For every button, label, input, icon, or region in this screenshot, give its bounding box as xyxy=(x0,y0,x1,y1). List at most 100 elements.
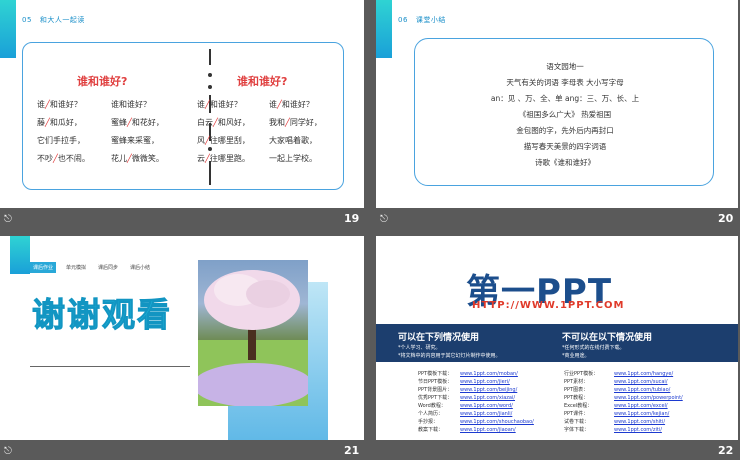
pause-slash: ╱ xyxy=(45,100,50,109)
link[interactable]: www.1ppt.com/kejian/ xyxy=(614,411,669,417)
slide-19[interactable]: 05 和大人一起读 谁和谁好? 谁和谁好? 谁╱和谁好？ 藤╱和瓜好， 它们手拉手… xyxy=(0,0,364,208)
link-row: PPT模板下载： www.1ppt.com/moban/ xyxy=(418,371,518,377)
left-poem-title: 谁和谁好? xyxy=(77,75,128,88)
link[interactable]: www.1ppt.com/jiaoan/ xyxy=(460,427,516,433)
poem-line: 风╱往哪里刮， xyxy=(197,136,250,145)
section-number: 05 xyxy=(22,16,32,24)
divider-dot xyxy=(208,85,212,89)
link-row: 手抄报： www.1ppt.com/shouchaobao/ xyxy=(418,419,534,425)
slide-thumb-20[interactable]: 06 课堂小结 语文园地一 天气有关的词语 李母表 大小写字母 an：见 、万、全… xyxy=(376,0,740,230)
summary-line: 描写春天美景的四字词语 xyxy=(523,142,607,151)
slide-21[interactable]: 课后作业 单元模拟 课后同步 课后小结 谢谢观看 xyxy=(0,236,364,440)
link[interactable]: www.1ppt.com/hangye/ xyxy=(614,371,673,377)
poem-line: 它们手拉手， xyxy=(37,136,85,145)
slide-thumb-22[interactable]: 第一PPT HTTP://WWW.1PPT.COM 可以在下列情况使用 *个人学… xyxy=(376,236,740,460)
cannot-use-item: *商业用途。 xyxy=(562,353,590,359)
link-row: PPT课件： www.1ppt.com/kejian/ xyxy=(564,411,670,417)
brand-url: HTTP://WWW.1PPT.COM xyxy=(472,300,625,311)
slide-number: 19 xyxy=(344,212,360,225)
slide-transition-icon[interactable]: ⎋ xyxy=(4,446,12,457)
link-row: 教案下载： www.1ppt.com/jiaoan/ xyxy=(418,427,516,433)
nav-tab-summary[interactable]: 课后小结 xyxy=(130,264,150,271)
cannot-use-item: *任何形式的在线付费下载。 xyxy=(562,345,625,351)
summary-line: 金包图的字，先外后内再封口 xyxy=(516,126,614,135)
title-rule xyxy=(30,366,190,367)
pause-slash: ╱ xyxy=(205,100,210,109)
summary-line: 《祖国多么广大》 热爱祖国 xyxy=(518,110,612,119)
pause-slash: ╱ xyxy=(53,154,58,163)
link-row: PPT图表： www.1ppt.com/tubiao/ xyxy=(564,387,671,393)
summary-line: 天气有关的词语 李母表 大小写字母 xyxy=(506,78,624,87)
summary-line: 诗歌《谁和谁好》 xyxy=(535,158,595,167)
pause-slash: ╱ xyxy=(205,154,210,163)
link-row: 个人简历： www.1ppt.com/jianli/ xyxy=(418,411,513,417)
poem-line: 谁和谁好？ xyxy=(111,100,151,109)
pause-slash: ╱ xyxy=(285,118,290,127)
slide-transition-icon[interactable]: ⎋ xyxy=(4,214,12,225)
poem-line: 谁╱和谁好？ xyxy=(269,100,314,109)
slide-header: 05 和大人一起读 xyxy=(22,15,85,25)
link-row: Excel教程： www.1ppt.com/excel/ xyxy=(564,403,668,409)
link-row: PPT教程： www.1ppt.com/powerpoint/ xyxy=(564,395,683,401)
nav-tab-homework[interactable]: 课后作业 xyxy=(30,262,57,273)
poem-line: 谁╱和谁好？ xyxy=(37,100,82,109)
link-row: 优秀PPT下载： www.1ppt.com/xiazai/ xyxy=(418,395,516,401)
link[interactable]: www.1ppt.com/powerpoint/ xyxy=(614,395,683,401)
poem-line: 白云╱和风好， xyxy=(197,118,250,127)
poem-line: 蜜蜂╱和花好， xyxy=(111,118,164,127)
pause-slash: ╱ xyxy=(127,154,132,163)
slide-transition-icon[interactable]: ⎋ xyxy=(380,214,388,225)
link[interactable]: www.1ppt.com/shouchaobao/ xyxy=(460,419,534,425)
cannot-use-title: 不可以在以下情况使用 xyxy=(562,333,653,343)
poem-line: 云╱往哪里跑。 xyxy=(197,154,250,163)
link[interactable]: www.1ppt.com/tubiao/ xyxy=(614,387,670,393)
poem-box: 谁和谁好? 谁和谁好? 谁╱和谁好？ 藤╱和瓜好， 它们手拉手， 不吵╱也不闹。… xyxy=(22,42,344,190)
pause-slash: ╱ xyxy=(213,118,218,127)
slide-thumb-21[interactable]: 课后作业 单元模拟 课后同步 课后小结 谢谢观看 ⎋ 21 xyxy=(0,236,364,460)
link[interactable]: www.1ppt.com/ziti/ xyxy=(614,427,662,433)
header-accent-bar xyxy=(376,0,392,58)
link[interactable]: www.1ppt.com/moban/ xyxy=(460,371,518,377)
link-row: 行业PPT模板： www.1ppt.com/hangye/ xyxy=(564,371,674,377)
divider-dot xyxy=(208,73,212,77)
slide-number: 22 xyxy=(718,444,734,457)
summary-line: an：见 、万、全、单 ang：三、万、长、上 xyxy=(490,94,640,103)
link-row: PPT素材： www.1ppt.com/sucai/ xyxy=(564,379,668,385)
link[interactable]: www.1ppt.com/word/ xyxy=(460,403,513,409)
nav-tab-unit-sim[interactable]: 单元模拟 xyxy=(66,264,86,271)
link[interactable]: www.1ppt.com/sucai/ xyxy=(614,379,668,385)
can-use-item: *将文档中的内容用于其它幻灯片制作中使用。 xyxy=(398,353,501,359)
slide-22[interactable]: 第一PPT HTTP://WWW.1PPT.COM 可以在下列情况使用 *个人学… xyxy=(376,236,738,440)
link[interactable]: www.1ppt.com/jianli/ xyxy=(460,411,512,417)
slide-thumb-19[interactable]: 05 和大人一起读 谁和谁好? 谁和谁好? 谁╱和谁好？ 藤╱和瓜好， 它们手拉手… xyxy=(0,0,364,230)
tree-photo xyxy=(198,260,308,406)
slide-header: 06 课堂小结 xyxy=(398,15,446,25)
section-title: 课堂小结 xyxy=(415,16,446,24)
pause-slash: ╱ xyxy=(45,118,50,127)
pause-slash: ╱ xyxy=(205,136,210,145)
summary-box: 语文园地一 天气有关的词语 李母表 大小写字母 an：见 、万、全、单 ang：… xyxy=(414,38,714,186)
slide-number: 20 xyxy=(718,212,734,225)
link[interactable]: www.1ppt.com/beijing/ xyxy=(460,387,517,393)
summary-line: 语文园地一 xyxy=(546,62,584,71)
slide-20[interactable]: 06 课堂小结 语文园地一 天气有关的词语 李母表 大小写字母 an：见 、万、全… xyxy=(376,0,738,208)
link-row: 字体下载： www.1ppt.com/ziti/ xyxy=(564,427,662,433)
poem-line: 我和╱同学好， xyxy=(269,118,322,127)
header-accent-bar xyxy=(0,0,16,58)
link[interactable]: www.1ppt.com/excel/ xyxy=(614,403,668,409)
thanks-title: 谢谢观看 xyxy=(32,295,172,335)
pause-slash: ╱ xyxy=(277,100,282,109)
poem-divider xyxy=(209,161,211,185)
link[interactable]: www.1ppt.com/xiazai/ xyxy=(460,395,515,401)
usage-banner: 可以在下列情况使用 *个人学习、研究。 *将文档中的内容用于其它幻灯片制作中使用… xyxy=(376,324,738,362)
pause-slash: ╱ xyxy=(127,118,132,127)
right-poem-title: 谁和谁好? xyxy=(237,75,288,88)
header-accent-bar xyxy=(10,236,30,274)
link-row: 节日PPT模板： www.1ppt.com/jieri/ xyxy=(418,379,510,385)
link-row: PPT背景图片： www.1ppt.com/beijing/ xyxy=(418,387,518,393)
section-title: 和大人一起读 xyxy=(39,16,85,24)
link-row: Word教程： www.1ppt.com/word/ xyxy=(418,403,513,409)
nav-tab-sync[interactable]: 课后同步 xyxy=(98,264,118,271)
link[interactable]: www.1ppt.com/shiti/ xyxy=(614,419,665,425)
link[interactable]: www.1ppt.com/jieri/ xyxy=(460,379,510,385)
